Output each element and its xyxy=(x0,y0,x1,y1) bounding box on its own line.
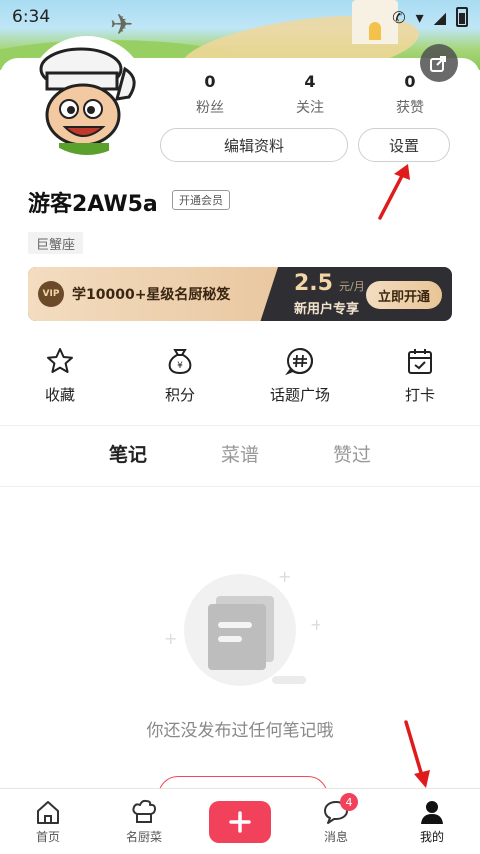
profile-stats: 0 粉丝 4 关注 0 获赞 xyxy=(160,72,460,117)
nav-messages[interactable]: 4 消息 xyxy=(288,789,384,854)
chef-hat-icon xyxy=(132,799,156,823)
plus-icon xyxy=(229,810,251,833)
quick-action-points[interactable]: ¥ 积分 xyxy=(120,346,240,405)
status-bar: 6:34 ✆ ▾ ◢ xyxy=(0,0,480,34)
member-badge[interactable]: 开通会员 xyxy=(172,190,230,210)
tab-liked[interactable]: 赞过 xyxy=(333,440,371,467)
quick-action-label: 打卡 xyxy=(404,386,435,404)
nav-mine[interactable]: 我的 xyxy=(384,789,480,854)
bottom-nav: 首页 名厨菜 4 消息 我的 xyxy=(0,788,480,854)
annotation-arrow-mine xyxy=(404,720,430,788)
svg-text:+: + xyxy=(164,629,177,648)
vip-activate-button[interactable]: 立即开通 xyxy=(366,281,442,309)
vip-price-unit: 元/月 xyxy=(338,280,365,293)
wifi-icon: ▾ xyxy=(415,7,424,27)
quick-action-topics[interactable]: 话题广场 xyxy=(240,346,360,405)
svg-text:+: + xyxy=(278,567,291,586)
nav-chef-dishes[interactable]: 名厨菜 xyxy=(96,789,192,854)
call-icon: ✆ xyxy=(392,7,406,27)
settings-button[interactable]: 设置 xyxy=(358,128,450,162)
stat-followers[interactable]: 0 粉丝 xyxy=(160,72,260,117)
calendar-check-icon xyxy=(408,349,432,374)
status-icons: ✆ ▾ ◢ xyxy=(392,7,468,27)
stat-followers-count: 0 xyxy=(204,72,216,91)
username: 游客2AW5a xyxy=(28,192,158,217)
zodiac-tag: 巨蟹座 xyxy=(28,232,84,254)
vip-banner-text: 学10000+星级名厨秘笈 xyxy=(72,287,231,303)
annotation-arrow-settings xyxy=(378,164,410,220)
svg-text:¥: ¥ xyxy=(177,361,183,371)
edit-profile-button[interactable]: 编辑资料 xyxy=(160,128,348,162)
stat-following-label: 关注 xyxy=(296,100,324,116)
vip-price: 2.5 xyxy=(294,271,333,296)
status-time: 6:34 xyxy=(12,7,51,27)
nav-messages-label: 消息 xyxy=(323,830,348,844)
quick-actions: 收藏 ¥ 积分 话题广场 打卡 xyxy=(0,346,480,405)
avatar[interactable] xyxy=(26,36,148,158)
chef-avatar-icon xyxy=(29,39,145,155)
quick-action-favorites[interactable]: 收藏 xyxy=(0,346,120,405)
stat-likes-label: 获赞 xyxy=(396,100,424,116)
star-icon xyxy=(47,348,73,373)
nav-chef-dishes-label: 名厨菜 xyxy=(125,830,162,844)
section-divider xyxy=(0,425,480,426)
nav-home-label: 首页 xyxy=(35,830,60,844)
publish-plus-button[interactable] xyxy=(209,800,271,843)
person-icon xyxy=(421,801,443,824)
nav-mine-label: 我的 xyxy=(419,830,444,844)
tab-recipes[interactable]: 菜谱 xyxy=(221,440,259,467)
nav-home[interactable]: 首页 xyxy=(0,789,96,854)
quick-action-label: 收藏 xyxy=(44,386,75,404)
signal-icon: ◢ xyxy=(433,7,446,27)
points-bag-icon: ¥ xyxy=(168,349,192,375)
stat-followers-label: 粉丝 xyxy=(196,100,224,116)
tab-notes[interactable]: 笔记 xyxy=(109,440,147,467)
svg-text:+: + xyxy=(310,615,320,634)
battery-icon xyxy=(456,7,468,27)
quick-action-label: 积分 xyxy=(164,386,195,404)
vip-banner-left: VIP 学10000+星级名厨秘笈 xyxy=(28,267,278,321)
stat-following-count: 4 xyxy=(304,72,316,91)
vip-badge-icon: VIP xyxy=(38,281,64,307)
content-tabs: 笔记 菜谱 赞过 xyxy=(0,440,480,467)
stat-following[interactable]: 4 关注 xyxy=(260,72,360,117)
quick-action-checkin[interactable]: 打卡 xyxy=(360,346,480,405)
share-button[interactable] xyxy=(420,44,458,82)
message-count-badge: 4 xyxy=(340,793,358,811)
home-icon xyxy=(37,801,59,824)
vip-banner[interactable]: VIP 学10000+星级名厨秘笈 2.5 元/月 新用户专享 立即开通 xyxy=(28,267,452,321)
tabs-divider xyxy=(0,486,480,487)
nav-publish[interactable] xyxy=(192,789,288,854)
share-icon xyxy=(430,56,446,72)
topic-hash-icon xyxy=(285,348,313,376)
empty-notes-illustration: + + + xyxy=(164,567,320,686)
quick-action-label: 话题广场 xyxy=(269,386,330,404)
